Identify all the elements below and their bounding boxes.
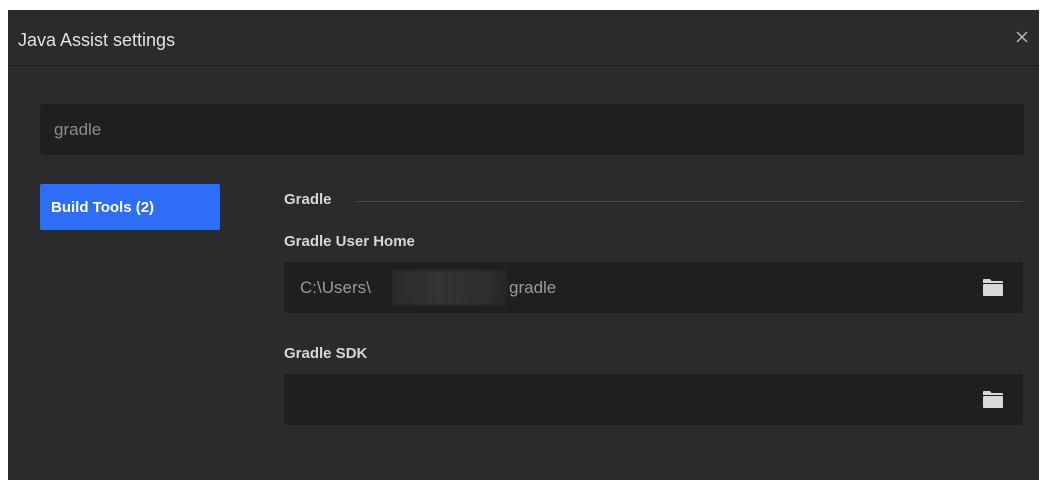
section-divider	[356, 201, 1023, 202]
gradle-user-home-value-suffix: gradle	[509, 278, 557, 297]
close-icon[interactable]	[1011, 26, 1033, 48]
gradle-sdk-field[interactable]	[284, 374, 1023, 425]
gradle-user-home-label: Gradle User Home	[284, 233, 415, 250]
section-title-gradle: Gradle	[284, 191, 332, 208]
dialog-title: Java Assist settings	[18, 30, 176, 50]
folder-icon[interactable]	[983, 391, 1003, 408]
gradle-user-home-field[interactable]: C:\Users\ gradle	[284, 262, 1023, 313]
settings-dialog: Java Assist settings Build Tools (2) Gra…	[8, 10, 1039, 480]
gradle-sdk-label: Gradle SDK	[284, 345, 368, 362]
folder-icon[interactable]	[983, 279, 1003, 296]
redacted-username	[392, 270, 507, 305]
gradle-user-home-value-prefix: C:\Users\	[300, 278, 371, 297]
dialog-titlebar: Java Assist settings	[8, 10, 1039, 66]
category-label: Build Tools (2)	[51, 198, 155, 216]
category-build-tools[interactable]: Build Tools (2)	[40, 184, 220, 230]
settings-search-input[interactable]	[40, 104, 1024, 155]
